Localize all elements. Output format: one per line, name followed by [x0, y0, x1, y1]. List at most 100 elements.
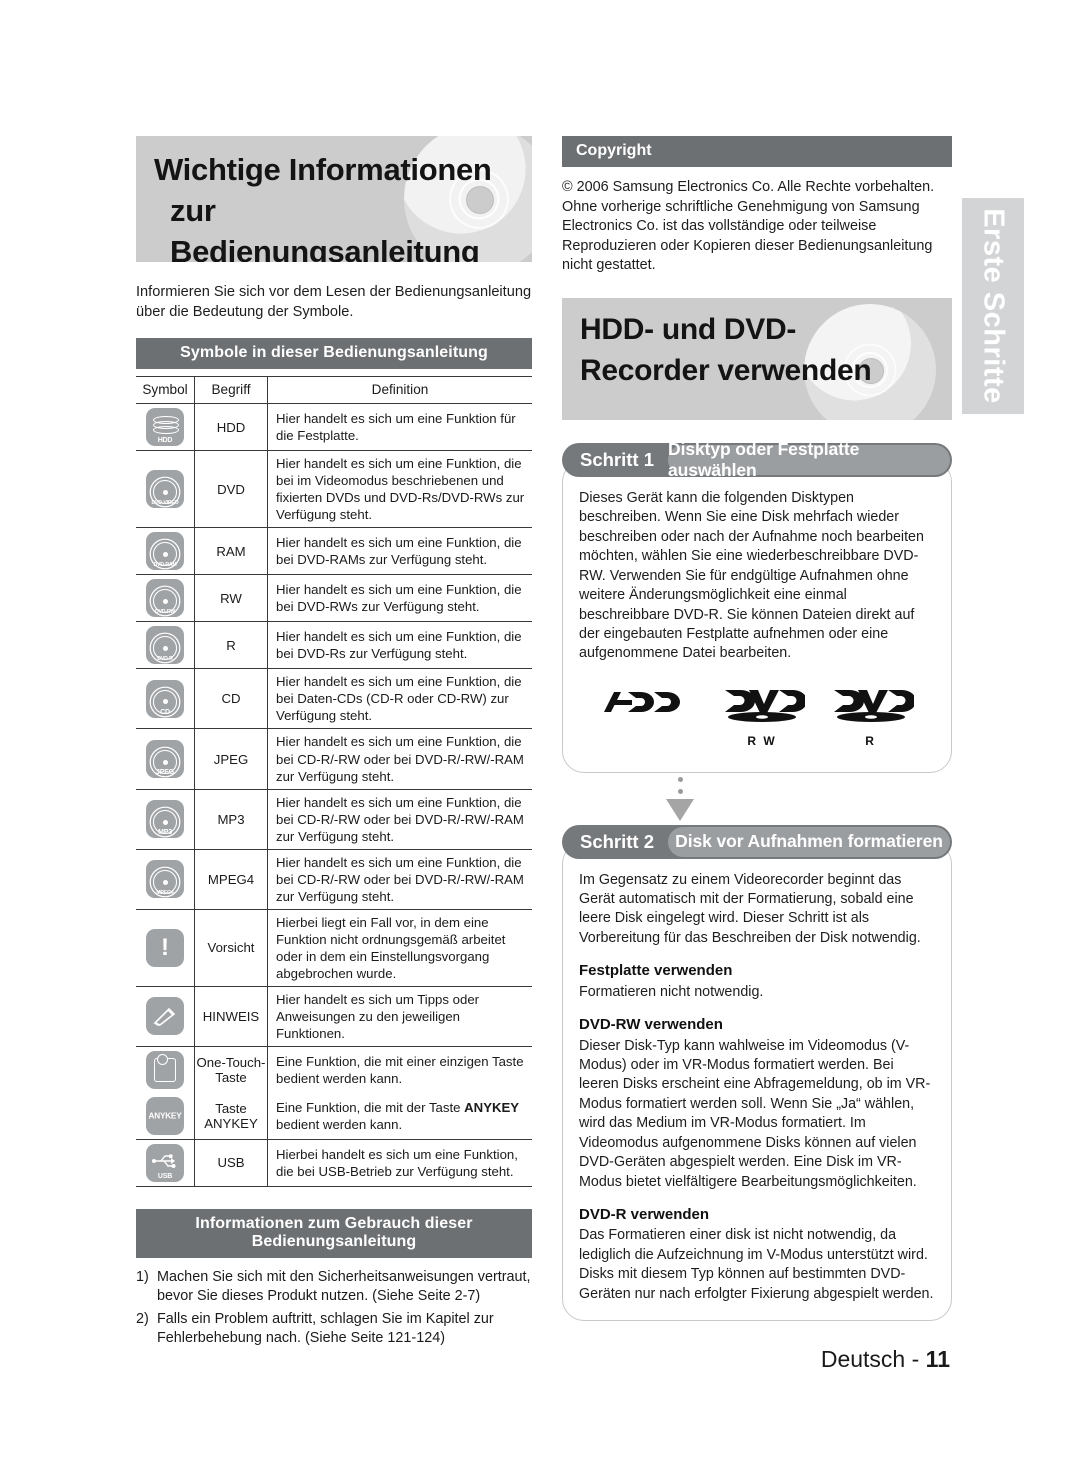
row-icon-cell: JPEG: [136, 728, 195, 790]
step-2-header: Schritt 2 Disk vor Aufnahmen formatieren: [562, 824, 952, 859]
icon-caption: DVD-RW: [154, 609, 176, 616]
right-hero-banner: HDD- und DVD- Recorder verwenden: [562, 297, 952, 420]
row-definition: Hier handelt es sich um Tipps oder Anwei…: [267, 986, 532, 1047]
row-icon-cell: USB: [136, 1139, 195, 1187]
row-icon-cell: [136, 986, 195, 1047]
step-1-text: Dieses Gerät kann die folgenden Disktype…: [579, 489, 924, 662]
symbols-table: Symbol Begriff Definition HDD HDD Hier h…: [136, 376, 532, 1187]
row-term: JPEG: [194, 728, 268, 790]
row-term: MP3: [194, 789, 268, 850]
arrow-dot: [678, 776, 683, 782]
anykey-icon: ANYKEY: [146, 1096, 184, 1135]
step-2-number: Schritt 2: [580, 830, 655, 852]
row-term: USB: [194, 1139, 268, 1187]
icon-caption: DVD-VIDEO: [151, 500, 179, 507]
hdd-logo: [600, 686, 696, 729]
row-term: HINWEIS: [194, 986, 268, 1047]
pencil-note-icon: [146, 997, 184, 1036]
left-column: Wichtige Informationen zur Bedienungsanl…: [136, 136, 532, 1351]
copyright-text: © 2006 Samsung Electronics Co. Alle Rech…: [562, 179, 935, 274]
dvd-r-logo-sub: R: [865, 734, 876, 749]
row-term: Vorsicht: [194, 909, 268, 987]
list-item-text: Falls ein Problem auftritt, schlagen Sie…: [157, 1310, 494, 1346]
list-item-number: 1): [136, 1268, 149, 1285]
right-column: Copyright © 2006 Samsung Electronics Co.…: [562, 136, 952, 1322]
left-hero-title: Wichtige Informationen zur Bedienungsanl…: [136, 136, 532, 262]
icon-caption: DVD-R: [157, 656, 173, 663]
row-definition: Hier handelt es sich um eine Funktion, d…: [267, 789, 532, 850]
step-1-block: Schritt 1 Disktyp oder Festplatte auswäh…: [562, 439, 952, 773]
table-row: ANYKEY Taste ANYKEY Eine Funktion, die m…: [136, 1092, 532, 1140]
step-1-number: Schritt 1: [580, 448, 655, 470]
table-row: HDD HDD Hier handelt es sich um eine Fun…: [136, 403, 532, 452]
row-icon-cell: DVD-VIDEO: [136, 450, 195, 529]
icon-caption: CD: [160, 708, 170, 716]
intro-paragraph: Informieren Sie sich vor dem Lesen der B…: [136, 284, 532, 321]
row-definition: Eine Funktion, die mit der Taste ANYKEY …: [267, 1092, 532, 1140]
caution-icon: !: [146, 928, 184, 967]
row-icon-cell: MP3: [136, 789, 195, 850]
dvd-ram-icon: DVD-RAM: [146, 532, 184, 571]
copyright-section-bar: Copyright: [562, 136, 952, 167]
step-2-section-heading: DVD-RW verwenden: [579, 1016, 723, 1034]
step-1-header: Schritt 1 Disktyp oder Festplatte auswäh…: [562, 439, 952, 480]
row-icon-cell: !: [136, 909, 195, 987]
row-icon-cell: HDD: [136, 403, 195, 452]
section-tab-erste-schritte: Erste Schritte: [962, 198, 1024, 414]
one-touch-icon: [146, 1050, 184, 1089]
list-item: 1) Machen Sie sich mit den Sicherheitsan…: [136, 1268, 532, 1307]
row-term: RW: [194, 574, 268, 623]
dvd-rw-logo-glyph: [724, 689, 807, 722]
left-hero-title-line1: Wichtige Informationen: [154, 152, 492, 187]
table-header-symbol: Symbol: [136, 376, 195, 405]
table-row: HINWEIS Hier handelt es sich um Tipps od…: [136, 986, 532, 1047]
row-icon-cell: ANYKEY: [136, 1092, 195, 1140]
row-definition-strong: ANYKEY: [464, 1099, 520, 1115]
row-icon-cell: MPEG4: [136, 849, 195, 910]
table-header-term: Begriff: [194, 376, 268, 405]
usage-section-bar: Informationen zum Gebrauch dieser Bedien…: [136, 1208, 532, 1258]
row-term: Taste ANYKEY: [194, 1092, 268, 1140]
row-definition: Hier handelt es sich um eine Funktion fü…: [267, 403, 532, 452]
dvd-r-logo: R: [828, 686, 916, 750]
arrow-dot: [678, 788, 683, 794]
row-definition: Hier handelt es sich um eine Funktion, d…: [267, 728, 532, 790]
row-icon-cell: [136, 1046, 195, 1093]
row-term: MPEG4: [194, 849, 268, 910]
dvd-rw-logo: R W: [719, 686, 807, 750]
usb-icon: USB: [146, 1143, 184, 1182]
list-item-text: Machen Sie sich mit den Sicherheitsanwei…: [157, 1268, 531, 1305]
table-row: ! Vorsicht Hierbei liegt ein Fall vor, i…: [136, 909, 532, 987]
row-definition-post: bedient werden kann.: [276, 1116, 403, 1132]
row-term: HDD: [194, 403, 268, 452]
footer-page-number: 11: [925, 1346, 950, 1372]
table-row: DVD-R R Hier handelt es sich um eine Fun…: [136, 621, 532, 670]
right-hero-title-line1: HDD- und DVD-: [580, 312, 797, 346]
right-hero-title-line2: Recorder verwenden: [580, 353, 872, 387]
icon-caption: HDD: [157, 437, 173, 445]
table-row: MP3 MP3 Hier handelt es sich um eine Fun…: [136, 789, 532, 850]
step-2-body: Im Gegensatz zu einem Videorecorder begi…: [562, 841, 952, 1322]
dvd-video-icon: DVD-VIDEO: [146, 470, 184, 509]
step-2-section-text: Formatieren nicht notwendig.: [579, 983, 764, 1000]
table-row: CD CD Hier handelt es sich um eine Funkt…: [136, 668, 532, 730]
icon-caption: MP3: [158, 829, 172, 837]
section-tab-label: Erste Schritte: [977, 208, 1010, 404]
table-row: MPEG4 MPEG4 Hier handelt es sich um eine…: [136, 849, 532, 910]
mp3-icon: MP3: [146, 800, 184, 839]
row-definition: Eine Funktion, die mit einer einzigen Ta…: [276, 1053, 524, 1086]
row-icon-cell: DVD-RW: [136, 574, 195, 623]
row-definition: Hier handelt es sich um eine Funktion, d…: [267, 527, 532, 576]
jpeg-icon: JPEG: [146, 740, 184, 779]
table-row: DVD-RW RW Hier handelt es sich um eine F…: [136, 574, 532, 623]
step-2-text: Im Gegensatz zu einem Videorecorder begi…: [579, 871, 921, 946]
row-definition: Hier handelt es sich um eine Funktion, d…: [267, 849, 532, 910]
dvd-r-icon: DVD-R: [146, 626, 184, 665]
list-item: 2) Falls ein Problem auftritt, schlagen …: [136, 1310, 532, 1349]
table-row: One-Touch-Taste Eine Funktion, die mit e…: [136, 1046, 532, 1093]
hdd-logo-glyph: [604, 691, 681, 712]
list-item-number: 2): [136, 1310, 149, 1327]
cd-icon: CD: [146, 679, 184, 718]
hdd-icon: HDD: [146, 408, 184, 447]
row-definition-pre: Eine Funktion, die mit der Taste: [276, 1099, 465, 1115]
